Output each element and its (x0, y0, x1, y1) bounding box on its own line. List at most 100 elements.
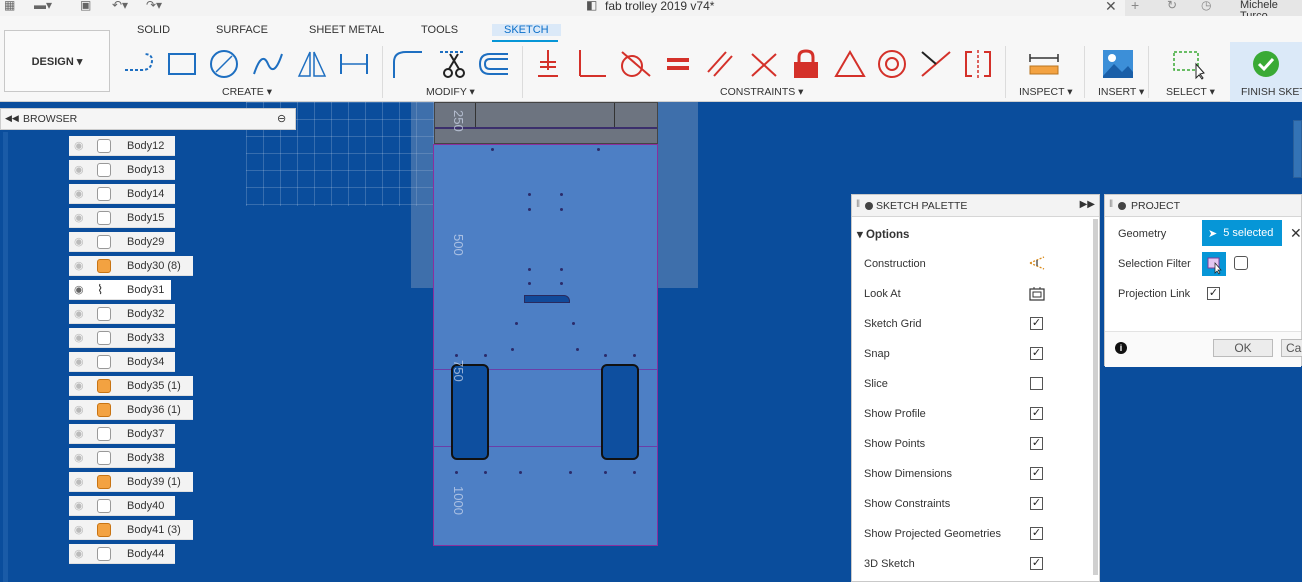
palette-option-row[interactable]: Show Profile ✓ (864, 405, 1084, 425)
palette-option-row[interactable]: Look At (864, 285, 1084, 305)
sketch-point[interactable] (604, 354, 607, 357)
sketch-point[interactable] (528, 282, 531, 285)
project-dialog-header[interactable]: ‖ PROJECT (1105, 195, 1301, 217)
sketch-point[interactable] (519, 471, 522, 474)
visibility-eye-icon[interactable]: ◉ (74, 141, 88, 152)
visibility-eye-icon[interactable]: ◉ (74, 357, 88, 368)
browser-item[interactable]: ◉ Body39 (1) (69, 472, 193, 492)
new-tab-icon[interactable]: + (1131, 0, 1145, 12)
info-icon[interactable]: i (1115, 342, 1127, 354)
file-icon[interactable]: ▬▾ (34, 0, 52, 11)
palette-option-row[interactable]: 3D Sketch ✓ (864, 555, 1084, 575)
palette-option-row[interactable]: Show Projected Geometries ✓ (864, 525, 1084, 545)
palette-scrollbar[interactable] (1093, 219, 1098, 575)
browser-item[interactable]: ◉ ⌇ Body31 (69, 280, 171, 300)
palette-option-checkbox[interactable]: ✓ (1030, 347, 1043, 360)
palette-option-row[interactable]: Show Points ✓ (864, 435, 1084, 455)
look-at-icon[interactable] (1028, 285, 1046, 301)
visibility-eye-icon[interactable]: ◉ (74, 333, 88, 344)
redo-icon[interactable]: ↷▾ (146, 0, 162, 11)
tangent-icon[interactable] (616, 48, 652, 80)
browser-item[interactable]: ◉ Body37 (69, 424, 175, 444)
mirror-icon[interactable] (294, 48, 330, 80)
options-section-toggle[interactable]: ▾ Options (857, 227, 909, 241)
bodies-filter-button[interactable] (1234, 256, 1248, 270)
modify-menu[interactable]: MODIFY ▾ (426, 86, 475, 98)
window-select-icon[interactable] (1170, 48, 1206, 80)
collinear-icon[interactable] (960, 48, 996, 80)
browser-item[interactable]: ◉ Body38 (69, 448, 175, 468)
symmetry-icon[interactable] (746, 48, 782, 80)
job-status-icon[interactable]: ↻ (1167, 0, 1181, 11)
sketch-palette-header[interactable]: ‖ SKETCH PALETTE ▶▶ (852, 195, 1099, 217)
sketch-point[interactable] (455, 471, 458, 474)
visibility-eye-icon[interactable]: ◉ (74, 549, 88, 560)
projection-link-checkbox[interactable]: ✓ (1207, 287, 1220, 300)
visibility-eye-icon[interactable]: ◉ (74, 405, 88, 416)
sketch-point[interactable] (560, 282, 563, 285)
sketch-point[interactable] (455, 354, 458, 357)
sketch-point[interactable] (560, 193, 563, 196)
browser-item[interactable]: ◉ Body30 (8) (69, 256, 193, 276)
visibility-eye-icon[interactable]: ◉ (74, 525, 88, 536)
line-icon[interactable] (122, 48, 158, 80)
tab-tools[interactable]: TOOLS (421, 24, 458, 36)
sketch-point[interactable] (484, 471, 487, 474)
drag-handle-icon[interactable]: ‖ (856, 199, 860, 210)
specified-entities-filter-button[interactable] (1202, 252, 1226, 276)
triangle-constraint-icon[interactable] (832, 48, 868, 80)
palette-option-checkbox[interactable] (1030, 377, 1043, 390)
browser-item[interactable]: ◉ Body36 (1) (69, 400, 193, 420)
trim-icon[interactable] (434, 48, 470, 80)
palette-option-checkbox[interactable]: ✓ (1030, 497, 1043, 510)
fillet-icon[interactable] (390, 48, 426, 80)
constraints-menu[interactable]: CONSTRAINTS ▾ (720, 86, 803, 98)
palette-option-row[interactable]: Slice (864, 375, 1084, 395)
palette-option-checkbox[interactable]: ✓ (1030, 527, 1043, 540)
finish-sketch-button[interactable]: FINISH SKETCH (1230, 42, 1302, 102)
palette-option-row[interactable]: Show Dimensions ✓ (864, 465, 1084, 485)
sketch-point[interactable] (572, 322, 575, 325)
visibility-eye-icon[interactable]: ◉ (74, 309, 88, 320)
palette-option-row[interactable]: Show Constraints ✓ (864, 495, 1084, 515)
browser-item[interactable]: ◉ Body29 (69, 232, 175, 252)
visibility-eye-icon[interactable]: ◉ (74, 429, 88, 440)
palette-option-row[interactable]: Construction (864, 255, 1084, 275)
sketch-point[interactable] (491, 148, 494, 151)
coincident-icon[interactable] (530, 48, 566, 80)
browser-item[interactable]: ◉ Body33 (69, 328, 175, 348)
dimension-1000[interactable]: 1000 (451, 486, 466, 515)
offset-icon[interactable] (476, 48, 512, 80)
circle-icon[interactable] (206, 48, 242, 80)
tab-surface[interactable]: SURFACE (216, 24, 268, 36)
sketch-profile[interactable] (433, 144, 658, 546)
sketch-point[interactable] (597, 148, 600, 151)
inspect-menu[interactable]: INSPECT ▾ (1019, 86, 1073, 98)
sketch-point[interactable] (560, 268, 563, 271)
browser-item[interactable]: ◉ Body13 (69, 160, 175, 180)
dimension-750[interactable]: 750 (451, 360, 466, 382)
tab-sketch[interactable]: SKETCH (492, 24, 561, 36)
geometry-selection-button[interactable]: ➤ 5 selected (1202, 220, 1282, 246)
visibility-eye-icon[interactable]: ◉ (74, 453, 88, 464)
palette-option-checkbox[interactable]: ✓ (1030, 407, 1043, 420)
sketch-small-slot[interactable] (524, 295, 570, 303)
visibility-eye-icon[interactable]: ◉ (74, 501, 88, 512)
palette-option-row[interactable]: Snap ✓ (864, 345, 1084, 365)
midpoint-icon[interactable] (918, 48, 954, 80)
rectangle-icon[interactable] (164, 48, 200, 80)
measure-icon[interactable] (1026, 48, 1062, 80)
sketch-point[interactable] (515, 322, 518, 325)
visibility-eye-icon[interactable]: ◉ (74, 477, 88, 488)
sketch-slot-right[interactable] (601, 364, 639, 460)
sketch-point[interactable] (528, 193, 531, 196)
palette-option-checkbox[interactable]: ✓ (1030, 437, 1043, 450)
browser-item[interactable]: ◉ Body40 (69, 496, 175, 516)
sketch-point[interactable] (576, 348, 579, 351)
browser-header[interactable]: ◀◀ BROWSER ⊖ (0, 108, 296, 130)
undo-icon[interactable]: ↶▾ (112, 0, 128, 11)
browser-item[interactable]: ◉ Body12 (69, 136, 175, 156)
sketch-point[interactable] (604, 471, 607, 474)
sketch-point[interactable] (633, 354, 636, 357)
collapse-browser-icon[interactable]: ◀◀ (5, 113, 19, 124)
